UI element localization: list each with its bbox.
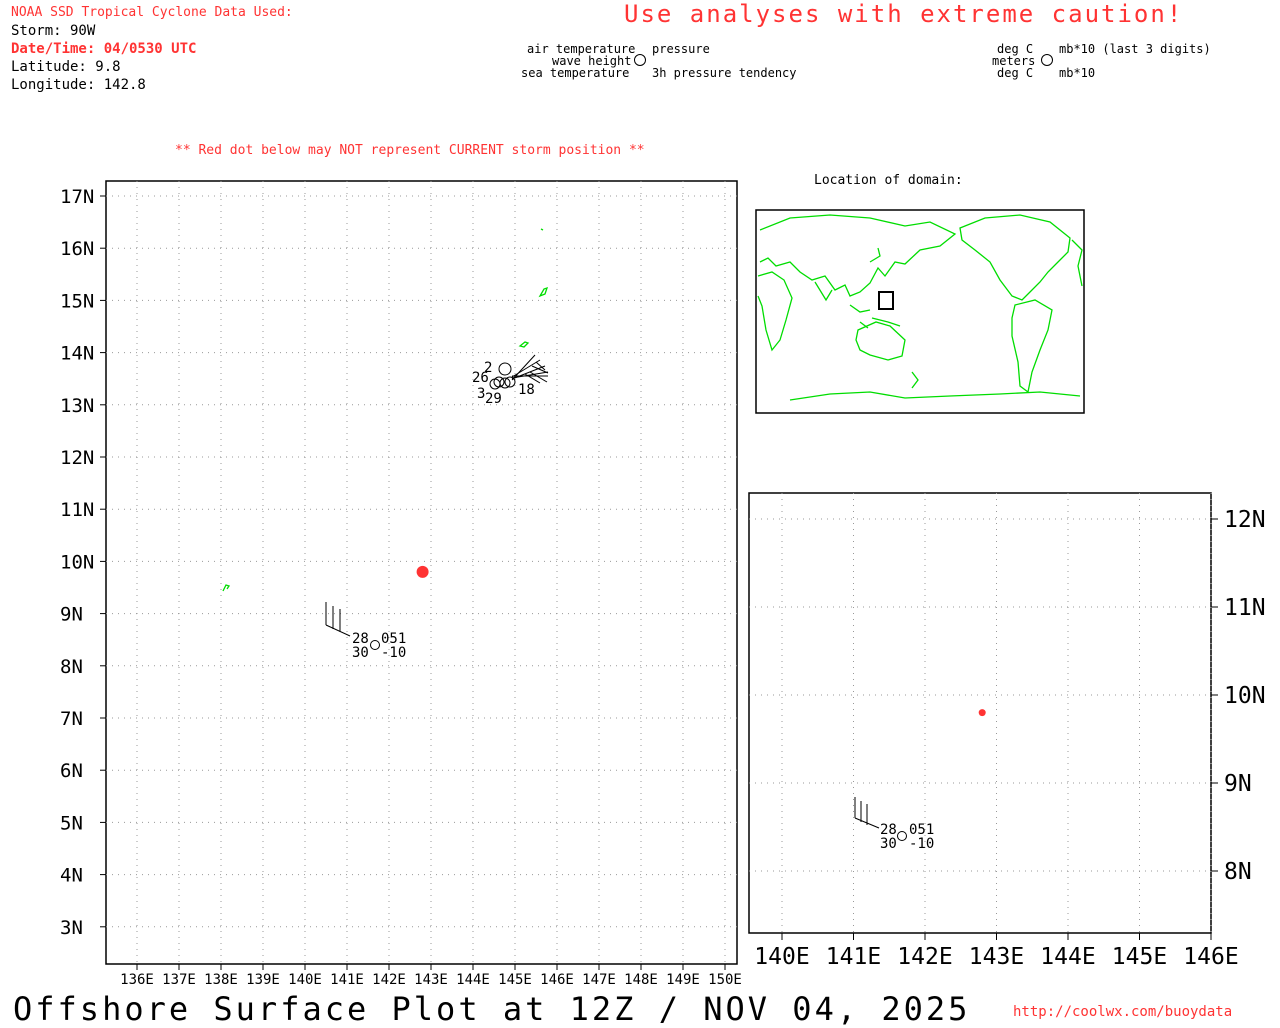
zoom-map: 12N11N10N9N8N 140E 141E 142E 143E 144E 145E 14… xyxy=(748,492,1266,970)
lon-label: 141E xyxy=(826,944,881,970)
islands xyxy=(222,228,549,592)
lon-label: 142E xyxy=(897,944,952,970)
zoom-map-lat-labels: 12N 11N 10N 9N 8N xyxy=(1224,507,1266,885)
lon-label: 140E xyxy=(754,944,809,970)
lat-label: 4N xyxy=(60,865,83,887)
lon-label: 145E xyxy=(1112,944,1167,970)
lat-label: 10N xyxy=(1224,683,1266,709)
main-map-lat-labels: 17N 16N 15N 14N 13N 12N 11N 10N 9N 8N 7N 6N 5N 4N 3N xyxy=(60,186,94,939)
island xyxy=(540,228,544,231)
lat-label: 11N xyxy=(60,499,94,521)
lat-label: 9N xyxy=(1224,771,1252,797)
lon-label: 139E xyxy=(246,972,280,988)
station-sea-temp: 30 xyxy=(352,645,369,661)
zoom-map-lon-labels: 140E 141E 142E 143E 144E 145E 146E xyxy=(754,944,1238,970)
world-inset-frame xyxy=(755,209,1085,414)
lon-label: 141E xyxy=(330,972,364,988)
source-url[interactable]: http://coolwx.com/buoydata xyxy=(1013,1004,1232,1020)
island xyxy=(222,584,231,592)
map-canvas: 17N 16N 15N 14N 13N 12N 11N 10N 9N 8N 7N 6N 5N 4N 3N 1… xyxy=(60,54,1266,988)
lon-label: 143E xyxy=(414,972,448,988)
lon-label: 144E xyxy=(1040,944,1095,970)
lon-label: 142E xyxy=(372,972,406,988)
zoom-station-sea-temp: 30 xyxy=(880,836,897,852)
lat-label: 5N xyxy=(60,812,83,834)
main-map: 17N 16N 15N 14N 13N 12N 11N 10N 9N 8N 7N 6N 5N 4N 3N 1… xyxy=(60,180,742,988)
lon-label: 145E xyxy=(498,972,532,988)
lat-label: 17N xyxy=(60,186,94,208)
island xyxy=(518,341,530,348)
lon-label: 144E xyxy=(456,972,490,988)
lon-label: 138E xyxy=(204,972,238,988)
lon-label: 136E xyxy=(120,972,154,988)
plot-title: Offshore Surface Plot at 12Z / NOV 04, 2… xyxy=(13,990,971,1028)
lon-label: 148E xyxy=(624,972,658,988)
lat-label: 8N xyxy=(60,656,83,678)
lat-label: 7N xyxy=(60,708,83,730)
lat-label: 14N xyxy=(60,343,94,365)
lon-label: 146E xyxy=(540,972,574,988)
lat-label: 3N xyxy=(60,917,83,939)
lat-label: 6N xyxy=(60,760,83,782)
lon-label: 137E xyxy=(162,972,196,988)
station-tendency: -10 xyxy=(381,645,406,661)
lat-label: 9N xyxy=(60,604,83,626)
lat-label: 8N xyxy=(1224,859,1252,885)
lon-label: 146E xyxy=(1183,944,1238,970)
lat-label: 16N xyxy=(60,238,94,260)
cluster-label: 26 xyxy=(472,370,489,386)
lon-label: 149E xyxy=(666,972,700,988)
lon-label: 143E xyxy=(969,944,1024,970)
lon-label: 147E xyxy=(582,972,616,988)
lat-label: 10N xyxy=(60,551,94,573)
lat-label: 11N xyxy=(1224,595,1266,621)
lat-label: 13N xyxy=(60,395,94,417)
world-inset xyxy=(755,209,1085,414)
lat-label: 15N xyxy=(60,290,94,312)
zoom-storm-position-dot xyxy=(978,709,986,717)
storm-position-dot xyxy=(416,565,429,578)
lat-label: 12N xyxy=(60,447,94,469)
cluster-label: 18 xyxy=(518,382,535,398)
legend-station-circle xyxy=(634,54,646,66)
lon-label: 150E xyxy=(708,972,742,988)
legend-station-circle-right xyxy=(1041,54,1053,66)
island xyxy=(538,286,549,298)
main-map-lon-labels: 136E 137E 138E 139E 140E 141E 142E 143E 144E 145E… xyxy=(120,972,742,988)
lat-label: 12N xyxy=(1224,507,1266,533)
lon-label: 140E xyxy=(288,972,322,988)
zoom-map-grid xyxy=(749,493,1218,940)
cluster-label: 29 xyxy=(485,391,502,407)
zoom-station-tendency: -10 xyxy=(909,836,934,852)
